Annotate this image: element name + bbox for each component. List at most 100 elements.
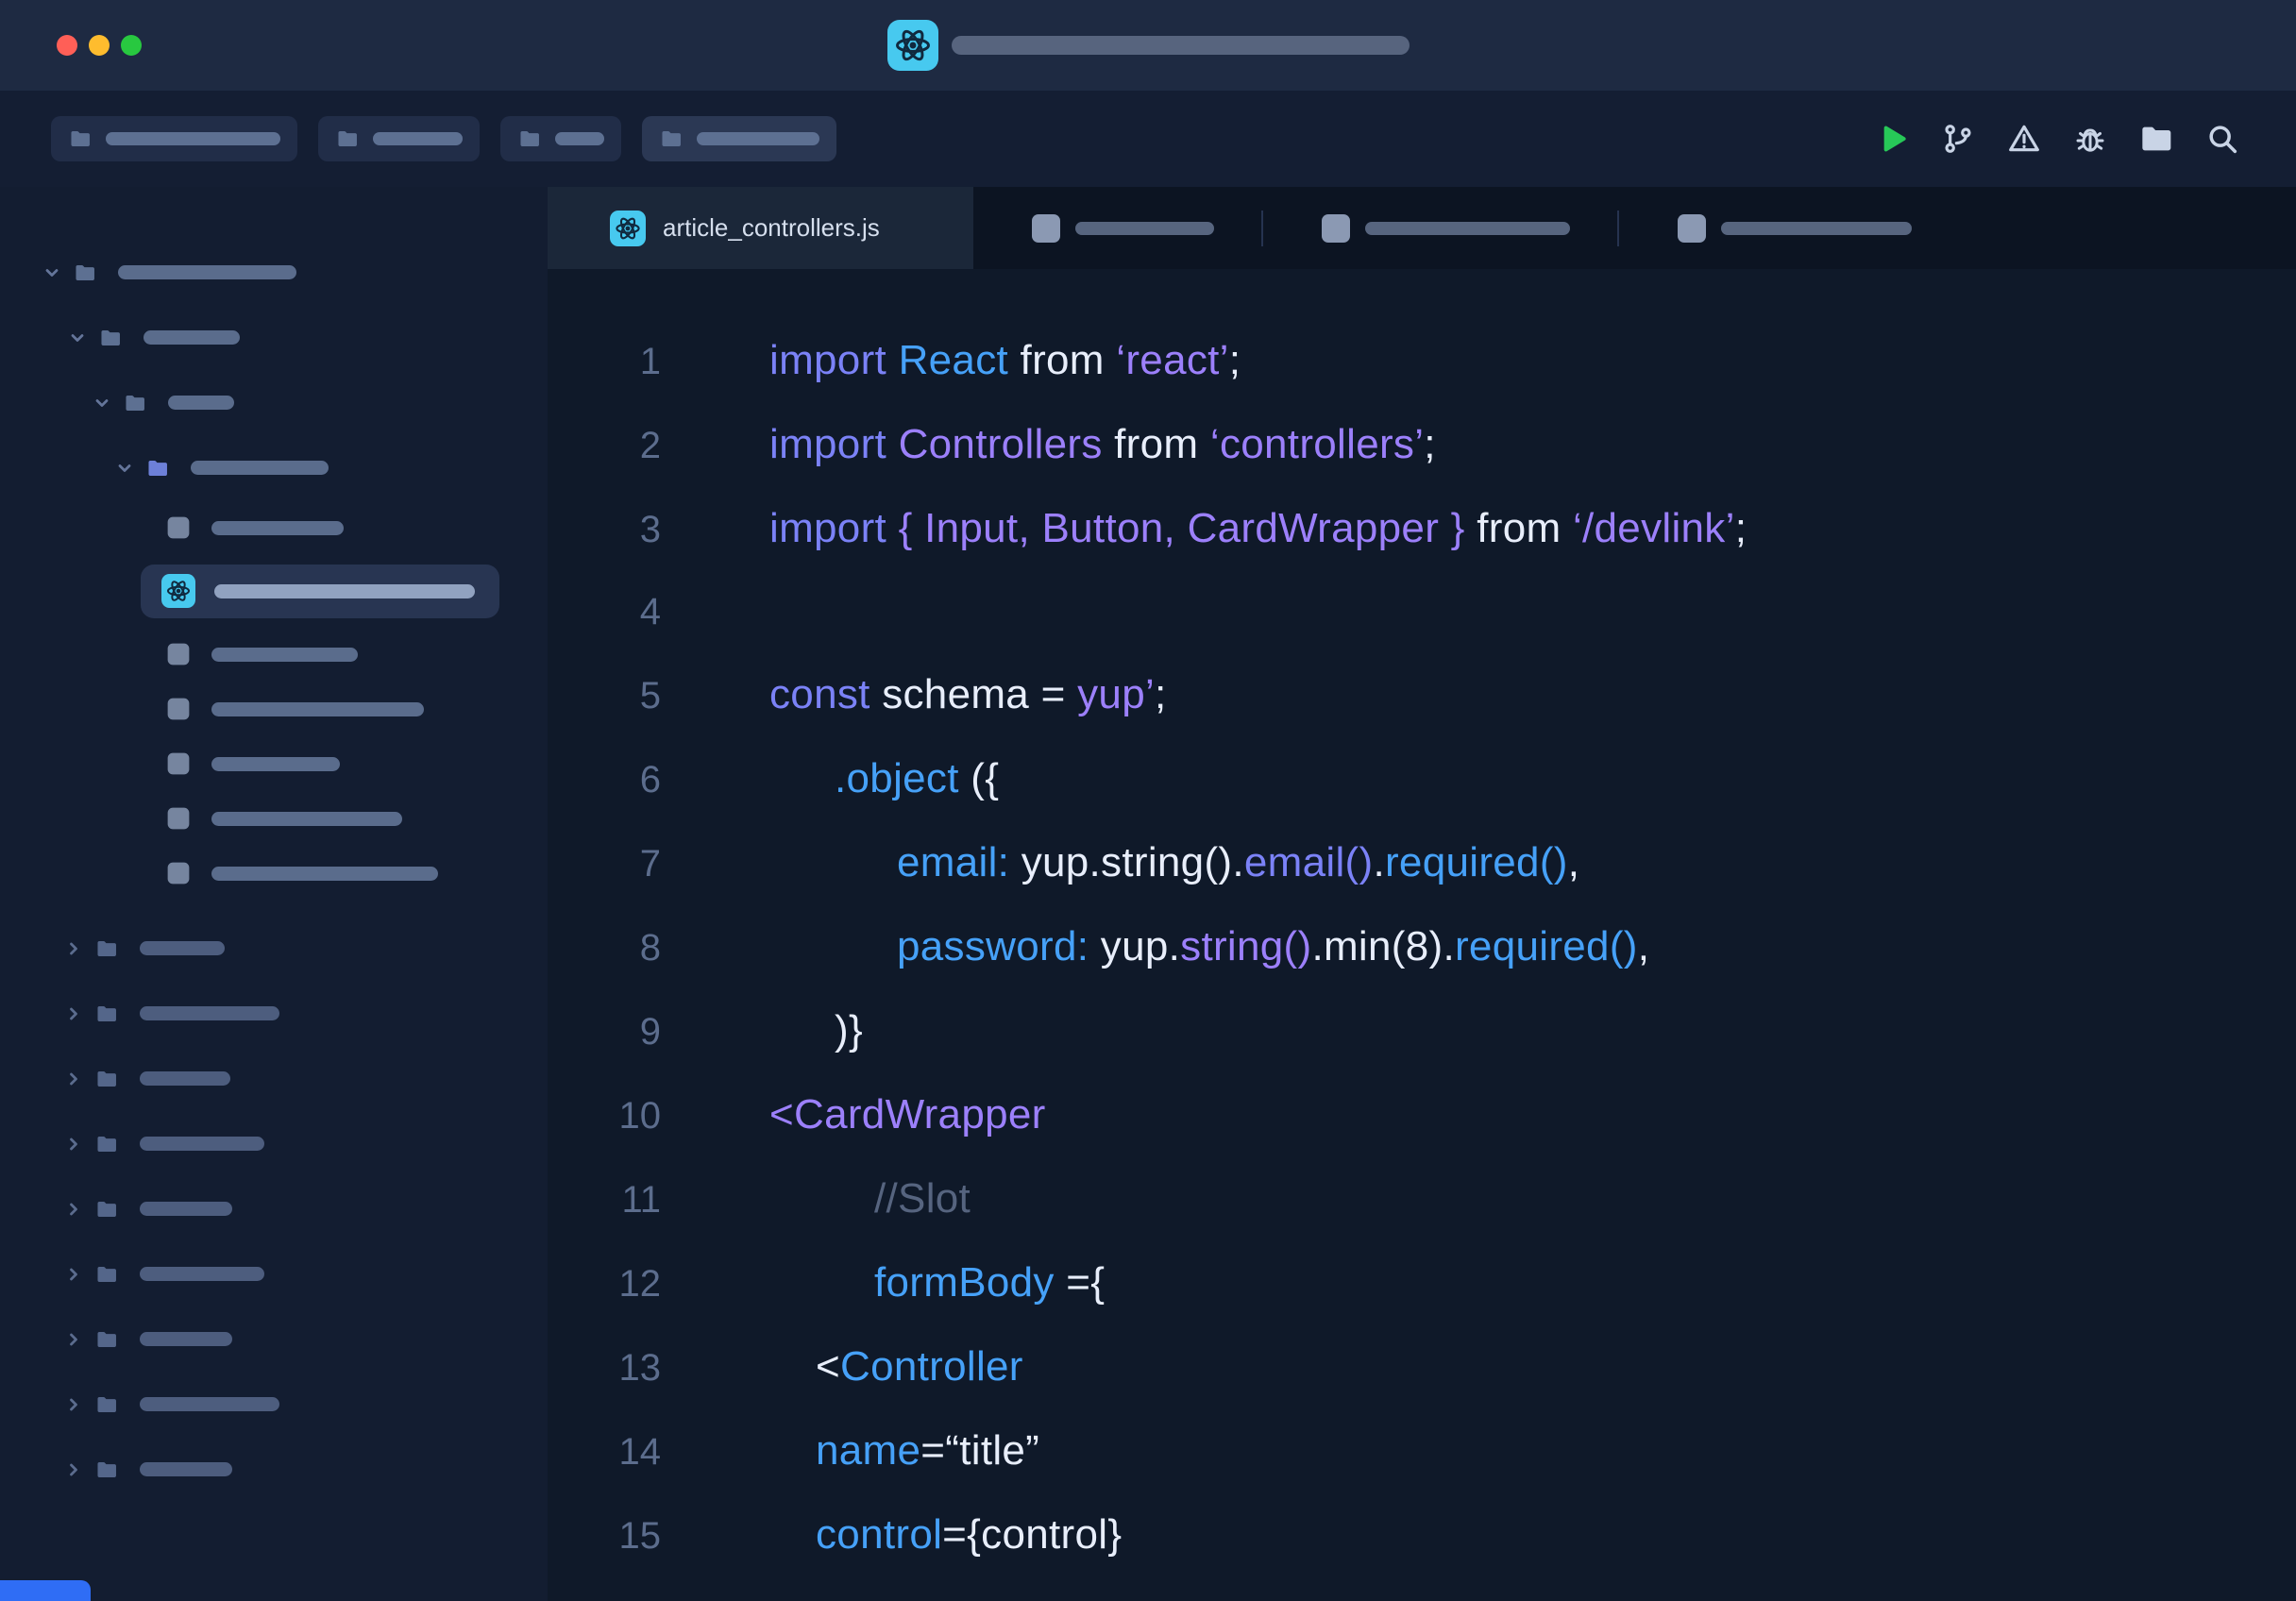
code-token: ; — [1735, 505, 1747, 551]
collapsed-folder-row[interactable] — [0, 916, 548, 981]
line-number: 9 — [548, 991, 661, 1073]
tree-folder-row[interactable] — [0, 435, 548, 500]
code-token: schema = — [882, 671, 1077, 717]
code-text: password: yup.string().min(8).required()… — [897, 905, 1649, 987]
chevron-down-icon — [93, 394, 111, 413]
main-area: article_controllers.js 1import React fro… — [0, 187, 2296, 1601]
tree-file-row[interactable] — [0, 500, 548, 555]
code-text: <Controller — [816, 1325, 1023, 1407]
folder-icon — [94, 1197, 119, 1222]
code-line[interactable]: 6.object ({ — [548, 737, 2296, 821]
tree-file-row[interactable] — [0, 791, 548, 846]
code-line[interactable]: 3import { Input, Button, CardWrapper } f… — [548, 487, 2296, 571]
tree-folder-row[interactable] — [0, 305, 548, 370]
line-number: 8 — [548, 907, 661, 989]
folder-icon — [68, 126, 93, 151]
debug-button[interactable] — [2069, 118, 2111, 160]
code-text: import React from ‘react’; — [769, 319, 1241, 401]
code-token: { Input, Button, CardWrapper } — [899, 505, 1465, 551]
tree-file-row[interactable] — [0, 627, 548, 682]
breadcrumb-pill[interactable] — [318, 116, 480, 161]
file-icon — [166, 697, 191, 721]
tree-file-row-active[interactable] — [0, 555, 548, 627]
collapsed-folder-row[interactable] — [0, 1306, 548, 1372]
collapsed-folder-row[interactable] — [0, 1437, 548, 1502]
collapsed-folder-row[interactable] — [0, 1176, 548, 1241]
collapsed-folder-row[interactable] — [0, 1241, 548, 1306]
code-text: <CardWrapper — [769, 1073, 1046, 1155]
folder-icon — [123, 391, 147, 415]
tab-article-controllers[interactable]: article_controllers.js — [548, 187, 973, 269]
chevron-right-icon — [64, 1135, 83, 1154]
code-line[interactable]: 4 — [548, 571, 2296, 653]
code-token: < — [816, 1343, 840, 1390]
placeholder-bar — [211, 867, 438, 881]
code-text: import Controllers from ‘controllers’; — [769, 403, 1436, 485]
search-icon — [2203, 120, 2241, 158]
code-line[interactable]: 2import Controllers from ‘controllers’; — [548, 403, 2296, 487]
react-icon — [161, 574, 195, 608]
code-line[interactable]: 14name=“title” — [548, 1409, 2296, 1493]
minimize-button[interactable] — [89, 35, 110, 56]
code-line[interactable]: 15control={control} — [548, 1493, 2296, 1577]
tab-placeholder[interactable] — [1619, 187, 1959, 269]
close-button[interactable] — [57, 35, 77, 56]
code-token: import — [769, 505, 899, 551]
breadcrumb-pill[interactable] — [642, 116, 836, 161]
code-token: email: — [897, 839, 1009, 885]
source-control-button[interactable] — [1937, 118, 1979, 160]
code-line[interactable]: 8 password: yup.string().min(8).required(… — [548, 905, 2296, 989]
code-line[interactable]: 11//Slot — [548, 1157, 2296, 1241]
code-line[interactable]: 7email: yup.string().email().required(), — [548, 821, 2296, 905]
folder-icon — [517, 126, 542, 151]
placeholder-bar — [211, 521, 344, 535]
breadcrumb-pill[interactable] — [500, 116, 621, 161]
code-text: formBody ={ — [874, 1241, 1105, 1323]
code-line[interactable]: 12formBody ={ — [548, 1241, 2296, 1325]
code-line[interactable]: 9)} — [548, 989, 2296, 1073]
line-number: 4 — [548, 571, 661, 653]
line-number: 13 — [548, 1327, 661, 1409]
zoom-button[interactable] — [121, 35, 142, 56]
code-token: import — [769, 337, 899, 383]
collapsed-folder-row[interactable] — [0, 1111, 548, 1176]
code-text: const schema = yup’; — [769, 653, 1167, 735]
run-button[interactable] — [1871, 118, 1913, 160]
tree-file-row[interactable] — [0, 846, 548, 901]
tab-placeholder[interactable] — [1263, 187, 1617, 269]
code-token: =“title” — [920, 1427, 1039, 1474]
code-token: . — [1373, 839, 1385, 885]
search-button[interactable] — [2202, 118, 2243, 160]
file-icon — [1032, 214, 1060, 243]
tree-file-row[interactable] — [0, 682, 548, 736]
collapsed-folder-row[interactable] — [0, 1046, 548, 1111]
tab-bar: article_controllers.js — [548, 187, 2296, 269]
placeholder-bar — [140, 1397, 279, 1411]
line-number: 10 — [548, 1075, 661, 1157]
code-line[interactable]: 5const schema = yup’; — [548, 653, 2296, 737]
code-line[interactable]: 1import React from ‘react’; — [548, 319, 2296, 403]
collapsed-folder-row[interactable] — [0, 1372, 548, 1437]
folder-icon — [2137, 120, 2175, 158]
chevron-down-icon — [68, 329, 87, 347]
placeholder-bar — [1075, 222, 1214, 235]
placeholder-bar — [140, 1202, 232, 1216]
code-token: from — [1465, 505, 1573, 551]
code-line[interactable]: 13 <Controller — [548, 1325, 2296, 1409]
breadcrumb-pill[interactable] — [51, 116, 297, 161]
chevron-right-icon — [64, 1460, 83, 1479]
explorer-button[interactable] — [2136, 118, 2177, 160]
code-token: )} — [835, 1007, 863, 1053]
file-icon — [1322, 214, 1350, 243]
tree-folder-row[interactable] — [0, 240, 548, 305]
warnings-button[interactable] — [2003, 118, 2045, 160]
tree-folder-row[interactable] — [0, 370, 548, 435]
code-line[interactable]: 10 <CardWrapper — [548, 1073, 2296, 1157]
file-tree — [0, 240, 548, 901]
collapsed-folder-row[interactable] — [0, 981, 548, 1046]
react-icon — [887, 20, 938, 71]
code-editor[interactable]: 1import React from ‘react’;2import Contr… — [548, 269, 2296, 1601]
tab-placeholder[interactable] — [973, 187, 1261, 269]
placeholder-bar — [214, 584, 475, 598]
tree-file-row[interactable] — [0, 736, 548, 791]
